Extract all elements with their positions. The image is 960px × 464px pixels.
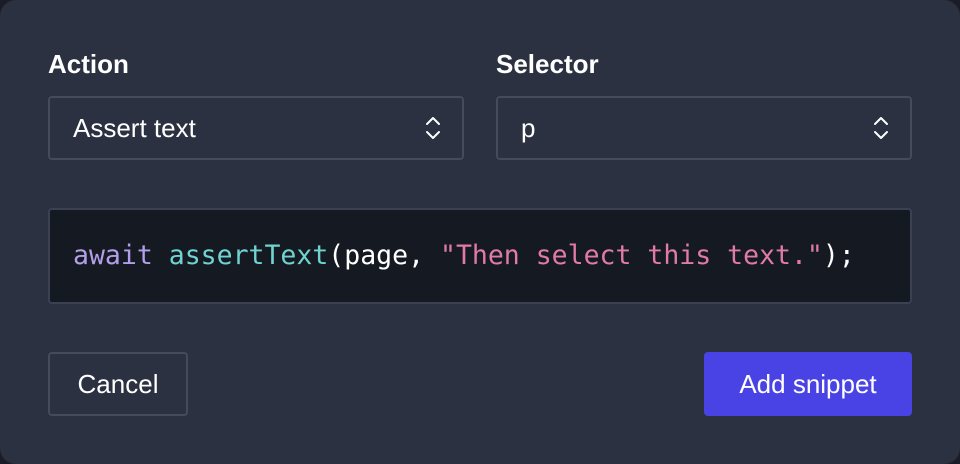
action-select[interactable]: Assert text [48, 96, 464, 160]
add-snippet-button[interactable]: Add snippet [704, 352, 912, 416]
action-select-value: Assert text [73, 113, 196, 143]
code-token-args: (page, [328, 240, 440, 271]
add-snippet-dialog: Action Assert text Selector p await asse… [0, 0, 960, 464]
selector-select[interactable]: p [496, 96, 912, 160]
selector-label: Selector [496, 49, 599, 79]
chevron-up-down-icon [874, 117, 888, 139]
cancel-button[interactable]: Cancel [48, 352, 188, 416]
action-label: Action [48, 49, 129, 79]
code-token-keyword: await [73, 240, 153, 271]
selector-select-value: p [521, 113, 536, 143]
code-preview: await assertText(page, "Then select this… [48, 208, 912, 304]
code-token-end: ); [822, 240, 855, 271]
code-token-string: "Then select this text." [439, 240, 823, 271]
code-token-function: assertText [168, 240, 329, 271]
code-line: await assertText(page, "Then select this… [73, 240, 855, 272]
chevron-up-down-icon [426, 117, 440, 139]
